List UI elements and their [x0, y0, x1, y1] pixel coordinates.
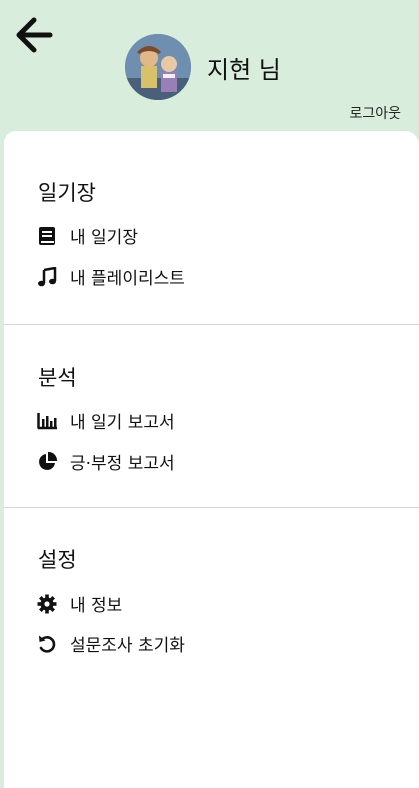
gear-icon	[36, 593, 58, 615]
user-profile: 지현 님	[125, 34, 281, 100]
avatar	[125, 34, 191, 100]
menu-item-label: 내 정보	[70, 596, 123, 616]
pie-chart-icon	[36, 451, 58, 473]
menu-item-my-playlist[interactable]: 내 플레이리스트	[36, 264, 185, 289]
reset-icon	[36, 633, 58, 655]
logout-link[interactable]: 로그아웃	[349, 103, 401, 123]
menu-item-my-diary[interactable]: 내 일기장	[36, 223, 138, 248]
menu-item-label: 긍·부정 보고서	[70, 454, 175, 474]
section-divider	[4, 324, 419, 325]
menu-panel: 일기장 내 일기장 내 플레이리스트 분석 내 일기 보고서 긍·부정 보고서 …	[4, 131, 419, 788]
menu-item-my-info[interactable]: 내 정보	[36, 591, 122, 616]
menu-item-diary-report[interactable]: 내 일기 보고서	[36, 408, 175, 433]
bar-chart-icon	[36, 410, 58, 432]
menu-item-label: 내 일기 보고서	[70, 413, 175, 433]
user-name: 지현 님	[207, 55, 281, 84]
section-divider	[4, 507, 419, 508]
arrow-left-icon	[16, 17, 53, 53]
back-button[interactable]	[14, 16, 54, 56]
section-title-diary: 일기장	[38, 181, 96, 205]
menu-item-label: 내 플레이리스트	[70, 269, 185, 289]
book-icon	[36, 225, 58, 247]
section-title-analysis: 분석	[38, 366, 77, 390]
music-note-icon	[36, 266, 58, 288]
section-title-settings: 설정	[38, 548, 77, 572]
menu-item-sentiment-report[interactable]: 긍·부정 보고서	[36, 449, 175, 474]
menu-item-reset-survey[interactable]: 설문조사 초기화	[36, 631, 185, 656]
menu-item-label: 설문조사 초기화	[70, 636, 185, 656]
menu-item-label: 내 일기장	[70, 228, 138, 248]
